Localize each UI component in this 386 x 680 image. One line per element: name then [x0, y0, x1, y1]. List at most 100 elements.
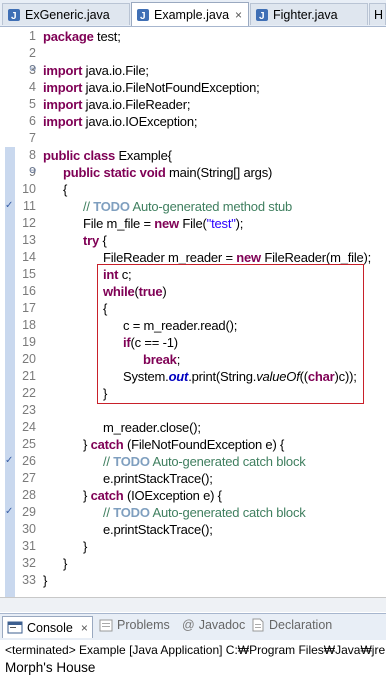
- line-number: 10: [22, 182, 36, 196]
- java-file-icon: J: [256, 8, 268, 22]
- console-icon: [7, 621, 23, 634]
- code-editor[interactable]: 1 2 3 4 5 6 7 8 9 10 11 12 13 14 15 16 17 18 19 20 21 22 23 24 2…: [0, 27, 386, 597]
- tab-fighter[interactable]: J Fighter.java: [250, 3, 368, 25]
- code-line-16: while(true): [103, 284, 167, 299]
- tab-overflow[interactable]: H: [369, 3, 386, 25]
- code-line-21: System.out.print(String.valueOf((char)c)…: [123, 369, 357, 384]
- line-number: 25: [22, 437, 36, 451]
- tab-label: Declaration: [269, 618, 333, 632]
- line-number: 22: [22, 386, 36, 400]
- declaration-icon: [252, 618, 264, 632]
- code-line-17: {: [103, 301, 108, 316]
- line-number: 27: [22, 471, 36, 485]
- line-number: 1: [29, 29, 36, 43]
- line-number: 14: [22, 250, 36, 264]
- line-number: 17: [22, 301, 36, 315]
- task-marker-icon: ✓: [5, 506, 14, 517]
- tab-problems[interactable]: Problems: [99, 618, 170, 632]
- svg-text:J: J: [11, 11, 17, 22]
- code-line-18: c = m_reader.read();: [123, 318, 238, 333]
- console-output-text: Morph's House: [5, 660, 96, 675]
- tab-label: ExGeneric.java: [25, 7, 110, 22]
- code-line-3: import java.io.File;: [43, 63, 149, 78]
- code-line-5: import java.io.FileReader;: [43, 97, 191, 112]
- code-line-27: e.printStackTrace();: [103, 471, 213, 486]
- code-line-22: }: [103, 386, 108, 401]
- line-number: 31: [22, 539, 36, 553]
- code-line-19: if(c == -1): [123, 335, 178, 350]
- line-number: 30: [22, 522, 36, 536]
- line-number: 16: [22, 284, 36, 298]
- code-line-10: {: [63, 182, 68, 197]
- code-line-31: }: [83, 539, 88, 554]
- code-line-29: // TODO Auto-generated catch block: [103, 505, 306, 520]
- code-line-32: }: [63, 556, 68, 571]
- code-line-13: try {: [83, 233, 107, 248]
- editor-tab-bar: J ExGeneric.java J Example.java × J Figh…: [0, 0, 386, 27]
- line-number: 2: [29, 46, 36, 60]
- line-number: 28: [22, 488, 36, 502]
- line-number: 24: [22, 420, 36, 434]
- line-number: 11: [23, 199, 36, 213]
- java-file-icon: J: [8, 8, 20, 22]
- tab-console[interactable]: Console ×: [2, 616, 93, 638]
- code-line-26: // TODO Auto-generated catch block: [103, 454, 306, 469]
- code-line-20: break;: [143, 352, 181, 367]
- tab-example[interactable]: J Example.java ×: [131, 2, 249, 26]
- tab-label: Javadoc: [198, 618, 246, 632]
- code-line-8: public class Example{: [43, 148, 172, 163]
- fold-icon[interactable]: ⊖: [29, 165, 37, 176]
- task-marker-icon: ✓: [5, 455, 14, 466]
- line-number: 5: [29, 97, 36, 111]
- java-file-icon: J: [137, 8, 149, 22]
- console-output[interactable]: <terminated> Example [Java Application] …: [0, 640, 386, 680]
- tab-exgeneric[interactable]: J ExGeneric.java: [2, 3, 130, 25]
- tab-label: H: [374, 7, 384, 22]
- line-number: 23: [22, 403, 36, 417]
- fold-icon[interactable]: ⊖: [29, 63, 37, 74]
- tab-label: Console: [27, 620, 73, 635]
- code-line-24: m_reader.close();: [103, 420, 201, 435]
- line-number: 13: [22, 233, 36, 247]
- line-number: 7: [29, 131, 36, 145]
- code-line-1: package test;: [43, 29, 121, 44]
- code-line-6: import java.io.IOException;: [43, 114, 198, 129]
- code-line-15: int c;: [103, 267, 132, 282]
- code-line-30: e.printStackTrace();: [103, 522, 213, 537]
- code-line-28: } catch (IOException e) {: [83, 488, 222, 503]
- svg-text:J: J: [140, 11, 146, 22]
- line-number: 21: [22, 369, 36, 383]
- task-marker-icon: ✓: [5, 200, 14, 211]
- console-status-line: <terminated> Example [Java Application] …: [5, 643, 386, 657]
- line-number: 6: [29, 114, 36, 128]
- line-number: 8: [29, 148, 36, 162]
- tab-javadoc[interactable]: @ Javadoc: [182, 618, 245, 632]
- panel-separator: [0, 598, 386, 612]
- code-line-25: } catch (FileNotFoundException e) {: [83, 437, 285, 452]
- console-tab-bar: Console × Problems @ Javadoc Declaration: [0, 613, 386, 641]
- code-line-4: import java.io.FileNotFoundException;: [43, 80, 260, 95]
- line-number: 33: [22, 573, 36, 587]
- code-line-9: public static void main(String[] args): [63, 165, 273, 180]
- problems-icon: [99, 619, 113, 631]
- tab-label: Example.java: [154, 7, 230, 22]
- code-line-33: }: [43, 573, 48, 588]
- line-number: 29: [22, 505, 36, 519]
- line-number: 26: [22, 454, 36, 468]
- tab-label: Problems: [117, 618, 170, 632]
- close-icon[interactable]: ×: [81, 621, 88, 635]
- line-number: 20: [22, 352, 36, 366]
- code-line-11: // TODO Auto-generated method stub: [83, 199, 293, 214]
- svg-text:J: J: [259, 11, 265, 22]
- code-line-14: FileReader m_reader = new FileReader(m_f…: [103, 250, 372, 265]
- line-number: 4: [29, 80, 36, 94]
- line-number: 15: [22, 267, 36, 281]
- line-number: 18: [22, 318, 36, 332]
- javadoc-icon: @: [182, 618, 195, 632]
- line-number: 32: [22, 556, 36, 570]
- code-line-12: File m_file = new File("test");: [83, 216, 244, 231]
- tab-declaration[interactable]: Declaration: [251, 618, 332, 632]
- tab-label: Fighter.java: [273, 7, 338, 22]
- line-number: 12: [22, 216, 36, 230]
- close-icon[interactable]: ×: [235, 8, 242, 22]
